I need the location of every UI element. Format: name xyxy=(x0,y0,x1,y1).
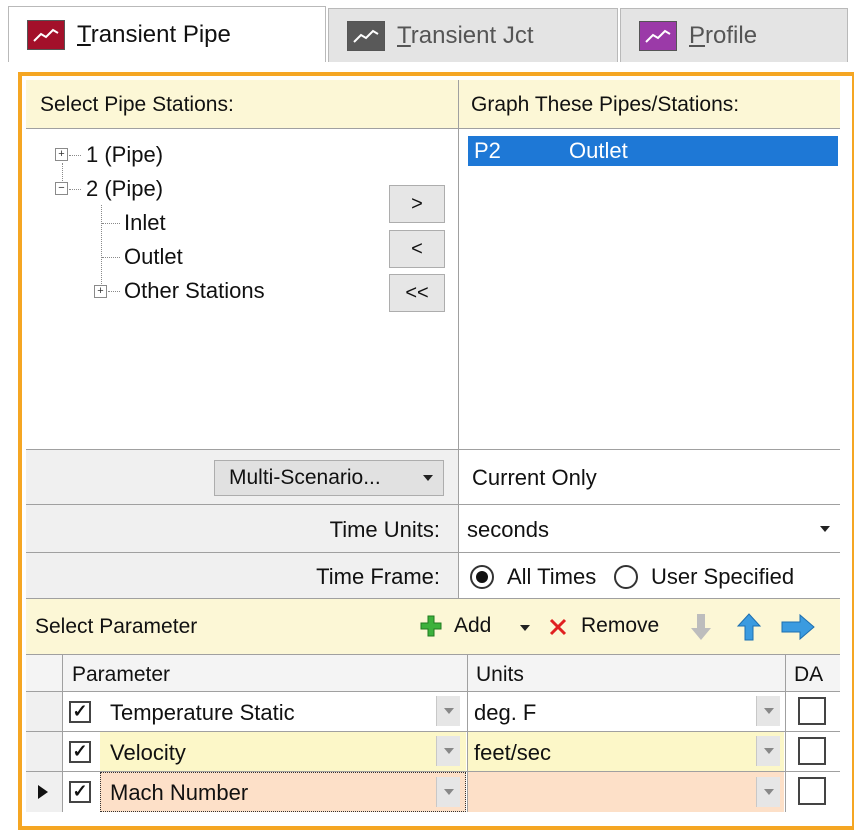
remove-all-stations-button[interactable]: << xyxy=(389,274,445,312)
units-cell[interactable]: feet/sec xyxy=(468,732,784,771)
tree-line xyxy=(69,189,81,190)
radio-all-times[interactable] xyxy=(470,565,494,589)
tree-item-pipe1[interactable]: 1 (Pipe) xyxy=(86,142,163,168)
da-checkbox[interactable] xyxy=(798,777,826,805)
parameter-value: Velocity xyxy=(110,740,186,765)
row-selector[interactable] xyxy=(26,772,62,812)
list-item-station: Outlet xyxy=(569,138,628,163)
param-toolbar-title: Select Parameter xyxy=(35,615,198,638)
parameter-value: Temperature Static xyxy=(110,700,295,725)
da-checkbox[interactable] xyxy=(798,697,826,725)
radio-user-specified-label[interactable]: User Specified xyxy=(651,564,794,590)
list-item[interactable]: P2 Outlet xyxy=(468,136,838,166)
column-header-parameter[interactable]: Parameter xyxy=(72,663,170,687)
tree-line xyxy=(102,223,120,224)
column-header-units[interactable]: Units xyxy=(476,663,524,687)
chevron-down-icon[interactable] xyxy=(436,736,460,766)
chevron-down-icon[interactable] xyxy=(436,696,460,726)
add-parameter-label: Add xyxy=(454,614,492,637)
tab-label: Transient Jct xyxy=(397,21,534,49)
remove-parameter-button[interactable]: Remove xyxy=(547,612,667,642)
chevron-down-icon[interactable] xyxy=(436,777,460,807)
row-checkbox[interactable]: ✓ xyxy=(69,781,91,803)
da-checkbox[interactable] xyxy=(798,737,826,765)
graph-header: Graph These Pipes/Stations: xyxy=(459,80,840,128)
tree-item-inlet[interactable]: Inlet xyxy=(124,210,166,236)
chevron-down-icon[interactable] xyxy=(756,777,780,807)
tree-item-other-stations[interactable]: Other Stations xyxy=(124,278,265,304)
units-value: feet/sec xyxy=(474,740,552,765)
scenario-value: Current Only xyxy=(472,465,597,490)
time-frame-label: Time Frame: xyxy=(316,564,440,589)
tab-label: Transient Pipe xyxy=(77,20,231,48)
row-checkbox[interactable]: ✓ xyxy=(69,741,91,763)
parameter-value: Mach Number xyxy=(110,780,249,805)
add-station-button[interactable]: > xyxy=(389,185,445,223)
tab-label: Profile xyxy=(689,21,758,49)
add-parameter-button[interactable]: Add xyxy=(420,612,540,642)
tree-item-pipe2[interactable]: 2 (Pipe) xyxy=(86,176,163,202)
arrow-up-icon[interactable] xyxy=(735,612,763,642)
chevron-down-icon[interactable] xyxy=(756,736,780,766)
graph-header-label: Graph These Pipes/Stations: xyxy=(471,93,740,116)
time-units-value: seconds xyxy=(467,517,549,542)
stations-header: Select Pipe Stations: xyxy=(26,80,458,128)
divider xyxy=(26,128,840,129)
tab-transient-pipe[interactable]: Transient Pipe xyxy=(8,6,326,62)
arrow-down-icon[interactable] xyxy=(688,612,714,642)
tree-line xyxy=(69,155,81,156)
stations-header-label: Select Pipe Stations: xyxy=(40,93,234,116)
expand-icon[interactable]: + xyxy=(55,148,68,161)
time-units-label: Time Units: xyxy=(329,517,440,542)
tree-line xyxy=(101,205,102,290)
radio-all-times-label[interactable]: All Times xyxy=(507,564,596,590)
close-icon xyxy=(549,618,567,636)
arrow-right-icon[interactable] xyxy=(780,613,816,641)
expand-icon[interactable]: + xyxy=(94,285,107,298)
collapse-icon[interactable]: − xyxy=(55,182,68,195)
chart-line-icon xyxy=(639,20,677,51)
units-cell[interactable] xyxy=(468,772,784,812)
divider xyxy=(785,655,786,812)
plus-icon xyxy=(420,615,442,637)
row-selector[interactable] xyxy=(26,692,62,731)
remove-station-button[interactable]: < xyxy=(389,230,445,268)
divider xyxy=(458,80,459,504)
tab-profile[interactable]: Profile xyxy=(620,8,848,62)
units-cell[interactable]: deg. F xyxy=(468,692,784,731)
tree-item-outlet[interactable]: Outlet xyxy=(124,244,183,270)
tree-line xyxy=(108,291,120,292)
tree-line xyxy=(102,257,120,258)
chart-line-icon xyxy=(347,20,385,51)
units-value: deg. F xyxy=(474,700,537,725)
column-header-da[interactable]: DA xyxy=(794,663,823,687)
chevron-down-icon[interactable] xyxy=(756,696,780,726)
list-item-pipe: P2 xyxy=(474,138,501,163)
chevron-down-icon xyxy=(423,475,433,481)
remove-parameter-label: Remove xyxy=(581,614,660,637)
time-units-select[interactable]: seconds xyxy=(459,505,840,552)
row-checkbox[interactable]: ✓ xyxy=(69,701,91,723)
divider xyxy=(62,655,63,812)
chevron-down-icon[interactable] xyxy=(520,625,530,631)
row-selector[interactable] xyxy=(26,732,62,771)
table-row[interactable]: Velocity xyxy=(100,732,466,771)
table-row[interactable]: Mach Number xyxy=(100,772,466,812)
multi-scenario-label: Multi-Scenario... xyxy=(229,466,381,489)
radio-user-specified[interactable] xyxy=(614,565,638,589)
chevron-down-icon xyxy=(820,526,830,532)
chart-line-icon xyxy=(27,19,65,50)
multi-scenario-button[interactable]: Multi-Scenario... xyxy=(214,460,444,496)
table-row[interactable]: Temperature Static xyxy=(100,692,466,731)
current-row-icon xyxy=(38,785,48,799)
tab-transient-jct[interactable]: Transient Jct xyxy=(328,8,618,62)
